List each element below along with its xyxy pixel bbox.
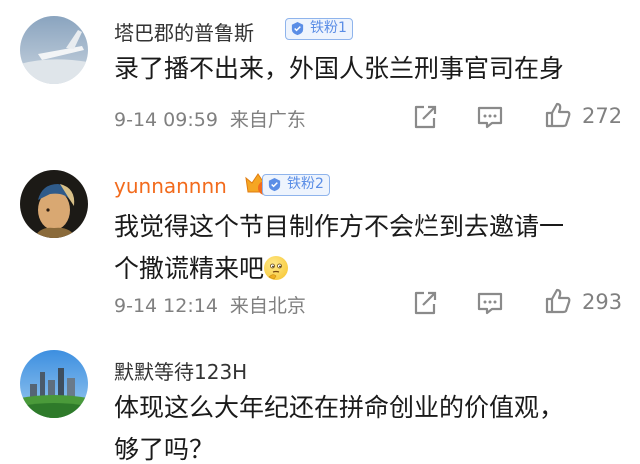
comment-text-line-content: 个撒谎精来吧 <box>114 254 265 283</box>
fan-badge-icon <box>268 177 281 192</box>
comment-text: 录了播不出来，外国人张兰刑事官司在身 <box>114 48 564 90</box>
comment-icon[interactable] <box>475 102 505 132</box>
thumbs-up-icon[interactable] <box>543 286 573 316</box>
comment-source: 来自广东 <box>229 109 306 131</box>
fan-badge-icon <box>291 21 304 36</box>
like-count: 293 <box>582 290 623 314</box>
fan-badge[interactable]: 铁粉1 <box>285 18 353 40</box>
comment-source: 来自北京 <box>229 295 306 317</box>
comment-time: 9-14 12:14 <box>114 295 218 317</box>
avatar[interactable] <box>20 350 88 418</box>
comment-text-line: 够了吗？ <box>114 435 215 464</box>
comment-text: 体现这么大年纪还在拼命创业的价值观， 够了吗？ <box>114 387 564 464</box>
comment-item: yunnannnn 5 铁粉2 我觉得这个节目制作方不会烂到去邀请一 个撒谎精来… <box>0 150 640 328</box>
share-icon[interactable] <box>410 288 440 318</box>
comment-text-line: 体现这么大年纪还在拼命创业的价值观， <box>114 393 565 422</box>
comment-text: 我觉得这个节目制作方不会烂到去邀请一 个撒谎精来吧 <box>114 206 564 290</box>
comment-text-line: 我觉得这个节目制作方不会烂到去邀请一 <box>114 212 565 241</box>
avatar[interactable] <box>20 16 88 84</box>
comment-icon[interactable] <box>475 288 505 318</box>
comment-time: 9-14 09:59 <box>114 109 218 131</box>
badge-label: 铁粉2 <box>287 176 324 192</box>
username[interactable]: 塔巴郡的普鲁斯 <box>114 17 254 46</box>
comment-text-line: 个撒谎精来吧 <box>114 248 564 290</box>
comment-item: 默默等待123H 体现这么大年纪还在拼命创业的价值观， 够了吗？ <box>0 328 640 464</box>
thinking-face-icon <box>264 256 289 280</box>
username[interactable]: yunnannnn <box>114 174 227 198</box>
share-icon[interactable] <box>410 102 440 132</box>
badge-label: 铁粉1 <box>310 20 347 36</box>
avatar[interactable] <box>20 170 88 238</box>
comment-meta: 9-14 09:59 来自广东 <box>114 105 306 132</box>
comment-item: 塔巴郡的普鲁斯 铁粉1 录了播不出来，外国人张兰刑事官司在身 9-14 09:5… <box>0 0 640 150</box>
thumbs-up-icon[interactable] <box>543 100 573 130</box>
comment-meta: 9-14 12:14 来自北京 <box>114 291 306 318</box>
username[interactable]: 默默等待123H <box>114 356 247 385</box>
like-count: 272 <box>582 104 623 128</box>
fan-badge[interactable]: 铁粉2 <box>262 174 330 196</box>
comment-text-line: 录了播不出来，外国人张兰刑事官司在身 <box>114 54 565 83</box>
